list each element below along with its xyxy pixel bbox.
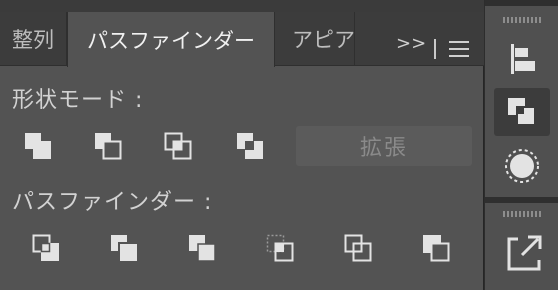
unite-icon[interactable] — [20, 128, 56, 164]
outline-icon[interactable] — [340, 230, 376, 266]
merge-icon[interactable] — [184, 230, 220, 266]
trim-icon[interactable] — [106, 230, 142, 266]
panel-menu-icon[interactable] — [449, 41, 471, 57]
tab-pathfinder[interactable]: パスファインダー — [67, 12, 275, 67]
minus-front-icon[interactable] — [90, 128, 126, 164]
intersect-icon[interactable] — [160, 128, 196, 164]
pathfinder-panel-button[interactable] — [494, 88, 550, 136]
divide-icon[interactable] — [28, 230, 64, 266]
dock-group-1 — [485, 6, 558, 197]
exclude-icon[interactable] — [232, 128, 268, 164]
dock-grip[interactable] — [503, 17, 541, 23]
align-panel-button[interactable] — [494, 36, 550, 84]
appearance-icon — [505, 149, 539, 183]
export-panel-button[interactable] — [494, 229, 550, 277]
crop-icon[interactable] — [262, 230, 298, 266]
panel-tab-bar: 整列 パスファインダー アピアランス >> — [0, 12, 484, 67]
dock-toolbar — [485, 0, 558, 290]
tab-separator — [434, 39, 436, 59]
export-icon — [507, 235, 542, 271]
pathfinder-panel: 整列 パスファインダー アピアランス >> 形状モード : 拡張 パスファインダ… — [0, 0, 484, 290]
tab-overflow-button[interactable]: >> — [396, 34, 426, 54]
shape-modes-label: 形状モード : — [12, 88, 144, 113]
minus-back-icon[interactable] — [418, 230, 454, 266]
tab-appearance[interactable]: アピアランス — [275, 12, 355, 66]
appearance-panel-button[interactable] — [494, 142, 550, 190]
dock-group-2 — [485, 203, 558, 290]
dock-grip[interactable] — [503, 211, 541, 217]
expand-button[interactable]: 拡張 — [296, 126, 472, 166]
align-icon — [511, 44, 535, 74]
tab-align[interactable]: 整列 — [0, 12, 67, 66]
pathfinders-label: パスファインダー : — [12, 190, 213, 215]
pathfinder-icon — [508, 98, 536, 126]
